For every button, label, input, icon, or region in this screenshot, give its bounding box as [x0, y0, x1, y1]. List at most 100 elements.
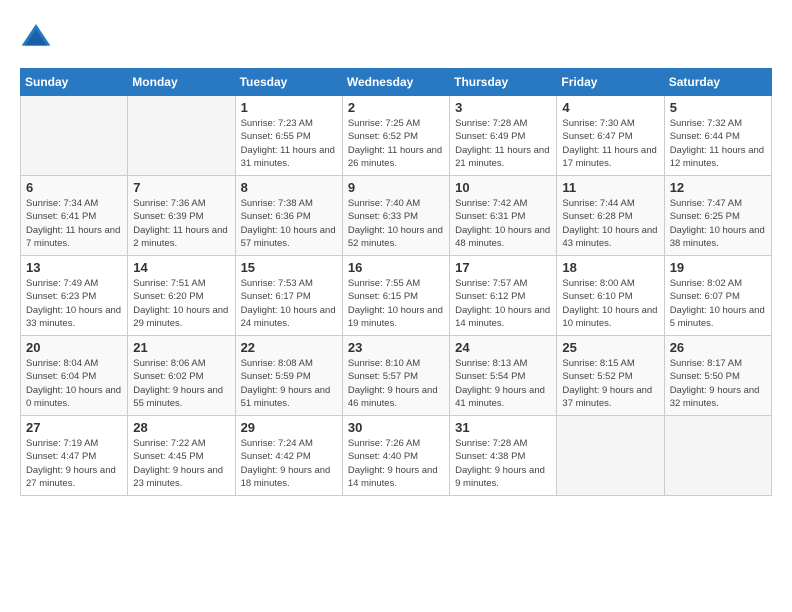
day-number: 5: [670, 100, 766, 115]
day-info: Sunrise: 8:06 AM Sunset: 6:02 PM Dayligh…: [133, 357, 229, 410]
calendar-cell: 1 Sunrise: 7:23 AM Sunset: 6:55 PM Daylig…: [235, 96, 342, 176]
calendar-cell: 6 Sunrise: 7:34 AM Sunset: 6:41 PM Daylig…: [21, 176, 128, 256]
day-info: Sunrise: 7:30 AM Sunset: 6:47 PM Dayligh…: [562, 117, 658, 170]
day-info: Sunrise: 8:13 AM Sunset: 5:54 PM Dayligh…: [455, 357, 551, 410]
calendar-cell: 25Sunrise: 8:15 AM Sunset: 5:52 PM Dayli…: [557, 336, 664, 416]
day-info: Sunrise: 7:36 AM Sunset: 6:39 PM Dayligh…: [133, 197, 229, 250]
day-info: Sunrise: 7:32 AM Sunset: 6:44 PM Dayligh…: [670, 117, 766, 170]
logo-icon: [20, 20, 52, 52]
calendar-cell: 19 Sunrise: 8:02 AM Sunset: 6:07 PM Dayli…: [664, 256, 771, 336]
day-info: Sunrise: 7:51 AM Sunset: 6:20 PM Dayligh…: [133, 277, 229, 330]
calendar-cell: 15 Sunrise: 7:53 AM Sunset: 6:17 PM Dayli…: [235, 256, 342, 336]
day-info: Sunrise: 7:44 AM Sunset: 6:28 PM Dayligh…: [562, 197, 658, 250]
calendar-cell: 16 Sunrise: 7:55 AM Sunset: 6:15 PM Dayli…: [342, 256, 449, 336]
col-header-wednesday: Wednesday: [342, 69, 449, 96]
col-header-friday: Friday: [557, 69, 664, 96]
day-info: Sunrise: 7:42 AM Sunset: 6:31 PM Dayligh…: [455, 197, 551, 250]
calendar-cell: 2 Sunrise: 7:25 AM Sunset: 6:52 PM Daylig…: [342, 96, 449, 176]
day-number: 22: [241, 340, 337, 355]
day-number: 30: [348, 420, 444, 435]
day-number: 13: [26, 260, 122, 275]
day-info: Sunrise: 8:02 AM Sunset: 6:07 PM Dayligh…: [670, 277, 766, 330]
col-header-sunday: Sunday: [21, 69, 128, 96]
calendar-cell: 13Sunrise: 7:49 AM Sunset: 6:23 PM Dayli…: [21, 256, 128, 336]
calendar-cell: 20 Sunrise: 8:04 AM Sunset: 6:04 PM Dayli…: [21, 336, 128, 416]
calendar-cell: 28Sunrise: 7:22 AM Sunset: 4:45 PM Dayli…: [128, 416, 235, 496]
calendar-week-row: 1 Sunrise: 7:23 AM Sunset: 6:55 PM Daylig…: [21, 96, 772, 176]
calendar-cell: 21 Sunrise: 8:06 AM Sunset: 6:02 PM Dayli…: [128, 336, 235, 416]
day-number: 17: [455, 260, 551, 275]
calendar-cell: 18 Sunrise: 8:00 AM Sunset: 6:10 PM Dayli…: [557, 256, 664, 336]
calendar-cell: [21, 96, 128, 176]
day-info: Sunrise: 7:38 AM Sunset: 6:36 PM Dayligh…: [241, 197, 337, 250]
day-info: Sunrise: 8:08 AM Sunset: 5:59 PM Dayligh…: [241, 357, 337, 410]
calendar-cell: [128, 96, 235, 176]
col-header-thursday: Thursday: [450, 69, 557, 96]
calendar-cell: 8 Sunrise: 7:38 AM Sunset: 6:36 PM Daylig…: [235, 176, 342, 256]
calendar-cell: 10 Sunrise: 7:42 AM Sunset: 6:31 PM Dayli…: [450, 176, 557, 256]
day-info: Sunrise: 7:25 AM Sunset: 6:52 PM Dayligh…: [348, 117, 444, 170]
day-number: 2: [348, 100, 444, 115]
calendar-cell: 23 Sunrise: 8:10 AM Sunset: 5:57 PM Dayli…: [342, 336, 449, 416]
col-header-monday: Monday: [128, 69, 235, 96]
calendar-cell: 4 Sunrise: 7:30 AM Sunset: 6:47 PM Daylig…: [557, 96, 664, 176]
calendar-cell: [557, 416, 664, 496]
calendar-week-row: 27Sunrise: 7:19 AM Sunset: 4:47 PM Dayli…: [21, 416, 772, 496]
calendar-cell: 3 Sunrise: 7:28 AM Sunset: 6:49 PM Daylig…: [450, 96, 557, 176]
day-number: 12: [670, 180, 766, 195]
calendar-week-row: 20 Sunrise: 8:04 AM Sunset: 6:04 PM Dayli…: [21, 336, 772, 416]
calendar-cell: 14 Sunrise: 7:51 AM Sunset: 6:20 PM Dayli…: [128, 256, 235, 336]
calendar-cell: 5 Sunrise: 7:32 AM Sunset: 6:44 PM Daylig…: [664, 96, 771, 176]
day-number: 23: [348, 340, 444, 355]
day-info: Sunrise: 7:53 AM Sunset: 6:17 PM Dayligh…: [241, 277, 337, 330]
day-info: Sunrise: 7:55 AM Sunset: 6:15 PM Dayligh…: [348, 277, 444, 330]
day-info: Sunrise: 8:17 AM Sunset: 5:50 PM Dayligh…: [670, 357, 766, 410]
calendar-cell: 27Sunrise: 7:19 AM Sunset: 4:47 PM Dayli…: [21, 416, 128, 496]
day-number: 9: [348, 180, 444, 195]
day-number: 10: [455, 180, 551, 195]
day-info: Sunrise: 7:28 AM Sunset: 4:38 PM Dayligh…: [455, 437, 551, 490]
day-info: Sunrise: 7:34 AM Sunset: 6:41 PM Dayligh…: [26, 197, 122, 250]
calendar-header-row: SundayMondayTuesdayWednesdayThursdayFrid…: [21, 69, 772, 96]
day-number: 16: [348, 260, 444, 275]
calendar-cell: 11Sunrise: 7:44 AM Sunset: 6:28 PM Dayli…: [557, 176, 664, 256]
day-number: 25: [562, 340, 658, 355]
col-header-tuesday: Tuesday: [235, 69, 342, 96]
calendar-cell: 7 Sunrise: 7:36 AM Sunset: 6:39 PM Daylig…: [128, 176, 235, 256]
day-number: 7: [133, 180, 229, 195]
day-number: 4: [562, 100, 658, 115]
calendar-cell: 24 Sunrise: 8:13 AM Sunset: 5:54 PM Dayli…: [450, 336, 557, 416]
day-number: 1: [241, 100, 337, 115]
day-number: 6: [26, 180, 122, 195]
logo: [20, 20, 56, 52]
day-info: Sunrise: 7:26 AM Sunset: 4:40 PM Dayligh…: [348, 437, 444, 490]
calendar-cell: 30 Sunrise: 7:26 AM Sunset: 4:40 PM Dayli…: [342, 416, 449, 496]
day-number: 3: [455, 100, 551, 115]
day-number: 19: [670, 260, 766, 275]
day-info: Sunrise: 7:23 AM Sunset: 6:55 PM Dayligh…: [241, 117, 337, 170]
calendar-cell: [664, 416, 771, 496]
calendar-cell: 9Sunrise: 7:40 AM Sunset: 6:33 PM Daylig…: [342, 176, 449, 256]
day-info: Sunrise: 8:00 AM Sunset: 6:10 PM Dayligh…: [562, 277, 658, 330]
day-info: Sunrise: 7:19 AM Sunset: 4:47 PM Dayligh…: [26, 437, 122, 490]
day-info: Sunrise: 8:04 AM Sunset: 6:04 PM Dayligh…: [26, 357, 122, 410]
day-number: 21: [133, 340, 229, 355]
page-header: [20, 20, 772, 52]
calendar-week-row: 13Sunrise: 7:49 AM Sunset: 6:23 PM Dayli…: [21, 256, 772, 336]
day-number: 14: [133, 260, 229, 275]
day-info: Sunrise: 7:47 AM Sunset: 6:25 PM Dayligh…: [670, 197, 766, 250]
day-number: 24: [455, 340, 551, 355]
day-info: Sunrise: 7:57 AM Sunset: 6:12 PM Dayligh…: [455, 277, 551, 330]
day-number: 26: [670, 340, 766, 355]
day-info: Sunrise: 7:22 AM Sunset: 4:45 PM Dayligh…: [133, 437, 229, 490]
day-number: 8: [241, 180, 337, 195]
day-info: Sunrise: 8:10 AM Sunset: 5:57 PM Dayligh…: [348, 357, 444, 410]
day-number: 20: [26, 340, 122, 355]
day-number: 15: [241, 260, 337, 275]
day-number: 18: [562, 260, 658, 275]
day-info: Sunrise: 7:28 AM Sunset: 6:49 PM Dayligh…: [455, 117, 551, 170]
calendar-cell: 26 Sunrise: 8:17 AM Sunset: 5:50 PM Dayli…: [664, 336, 771, 416]
col-header-saturday: Saturday: [664, 69, 771, 96]
calendar-cell: 22 Sunrise: 8:08 AM Sunset: 5:59 PM Dayli…: [235, 336, 342, 416]
calendar-table: SundayMondayTuesdayWednesdayThursdayFrid…: [20, 68, 772, 496]
